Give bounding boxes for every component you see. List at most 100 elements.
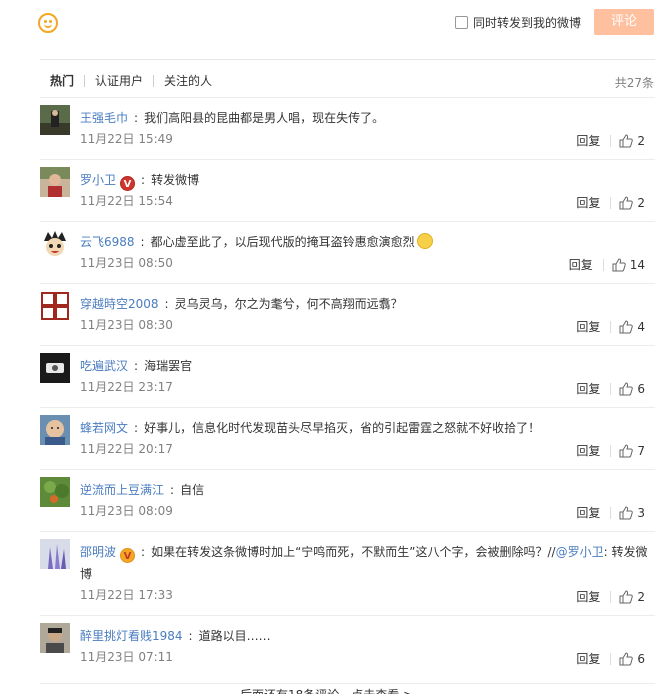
avatar[interactable] xyxy=(40,229,70,259)
reply-button[interactable]: 回复 xyxy=(576,194,600,211)
tab-following[interactable]: 关注的人 xyxy=(154,70,222,92)
like-button[interactable]: 14 xyxy=(612,258,645,272)
avatar[interactable] xyxy=(40,291,70,321)
comment-body: 王强毛巾: 我们高阳县的昆曲都是男人唱，现在失传了。 xyxy=(80,111,385,125)
reply-button[interactable]: 回复 xyxy=(569,256,593,273)
thumb-up-icon xyxy=(619,589,634,603)
like-button[interactable]: 4 xyxy=(619,320,645,334)
comment-content: 我们高阳县的昆曲都是男人唱，现在失传了。 xyxy=(144,111,385,125)
comment-content: 转发微博 xyxy=(151,173,200,187)
comment-body: 邵明波 V: 如果在转发这条微博时加上“宁鸣而死，不默而生”这八个字，会被删除吗？/… xyxy=(80,545,648,581)
comment-content: 道路以目…… xyxy=(198,629,271,643)
avatar[interactable] xyxy=(40,167,70,197)
comment-username[interactable]: 王强毛巾 xyxy=(80,111,128,125)
forward-label: 同时转发到我的微博 xyxy=(473,15,582,30)
comment-content: 好事儿，信息化时代发现苗头尽早掐灭，省的引起雷霆之怒就不好收拾了！ xyxy=(144,421,541,435)
comment-username[interactable]: 罗小卫 xyxy=(80,173,116,187)
avatar[interactable] xyxy=(40,623,70,653)
comment-list: 王强毛巾: 我们高阳县的昆曲都是男人唱，现在失传了。 11月22日 15:49 回… xyxy=(40,97,655,677)
like-button[interactable]: 7 xyxy=(619,444,645,458)
divider xyxy=(40,59,655,60)
like-button[interactable]: 2 xyxy=(619,196,645,210)
comment-username[interactable]: 蜂若网文 xyxy=(80,421,128,435)
smiley-icon[interactable] xyxy=(38,13,58,33)
submit-comment-button[interactable]: 评论 xyxy=(594,9,654,35)
avatar[interactable] xyxy=(40,477,70,507)
thumb-up-icon xyxy=(619,505,634,519)
comment-item: 云飞6988: 都心虚至此了，以后现代版的掩耳盗铃惠愈演愈烈 11月23日 08:… xyxy=(40,221,655,283)
forward-checkbox[interactable] xyxy=(455,15,468,29)
more-comments-link[interactable]: 后面还有18条评论，点击查看 > xyxy=(240,686,413,694)
avatar[interactable] xyxy=(40,539,70,569)
comment-actions: 回复 6 xyxy=(576,380,645,397)
comment-item: 吃遍武汉: 海瑞罢官 11月22日 23:17 回复 6 xyxy=(40,345,655,407)
forward-option[interactable]: 同时转发到我的微博 xyxy=(455,14,581,30)
reply-button[interactable]: 回复 xyxy=(576,650,600,667)
comment-actions: 回复 14 xyxy=(569,256,645,273)
comment-item: 王强毛巾: 我们高阳县的昆曲都是男人唱，现在失传了。 11月22日 15:49 回… xyxy=(40,97,655,159)
comment-body: 蜂若网文: 好事儿，信息化时代发现苗头尽早掐灭，省的引起雷霆之怒就不好收拾了！ xyxy=(80,421,541,435)
comment-timestamp: 11月23日 08:50 xyxy=(80,256,173,270)
tab-verified-users[interactable]: 认证用户 xyxy=(85,70,153,92)
comment-item: 逆流而上豆满江: 自信 11月23日 08:09 回复 3 xyxy=(40,469,655,531)
comment-timestamp: 11月22日 15:54 xyxy=(80,194,173,208)
like-button[interactable]: 6 xyxy=(619,382,645,396)
comment-timestamp: 11月22日 15:49 xyxy=(80,132,173,146)
like-count: 3 xyxy=(637,505,645,520)
like-count: 2 xyxy=(637,195,645,210)
like-button[interactable]: 2 xyxy=(619,590,645,604)
comment-item: 蜂若网文: 好事儿，信息化时代发现苗头尽早掐灭，省的引起雷霆之怒就不好收拾了！ 1… xyxy=(40,407,655,469)
comment-content: 自信 xyxy=(180,483,205,497)
comment-filter-tabs: 热门 认证用户 关注的人 xyxy=(40,70,222,92)
comment-username[interactable]: 邵明波 xyxy=(80,545,116,559)
tab-hot[interactable]: 热门 xyxy=(40,70,84,92)
comment-actions: 回复 2 xyxy=(576,132,645,149)
comment-timestamp: 11月23日 08:30 xyxy=(80,318,173,332)
comment-username[interactable]: 穿越時空2008 xyxy=(80,297,159,311)
comment-actions: 回复 7 xyxy=(576,442,645,459)
like-count: 2 xyxy=(637,589,645,604)
avatar[interactable] xyxy=(40,353,70,383)
comment-username[interactable]: 醉里挑灯看贱1984 xyxy=(80,629,183,643)
comment-body: 罗小卫 V: 转发微博 xyxy=(80,173,200,191)
reply-button[interactable]: 回复 xyxy=(576,132,600,149)
reply-button[interactable]: 回复 xyxy=(576,442,600,459)
like-button[interactable]: 2 xyxy=(619,134,645,148)
comment-actions: 回复 2 xyxy=(576,194,645,211)
action-separator xyxy=(610,444,612,457)
reply-button[interactable]: 回复 xyxy=(576,504,600,521)
action-separator xyxy=(610,652,612,665)
comment-actions: 回复 2 xyxy=(576,588,645,605)
comment-actions: 回复 6 xyxy=(576,650,645,667)
comment-username[interactable]: 云飞6988 xyxy=(80,235,135,249)
grimace-emoji-icon xyxy=(416,233,433,249)
comment-body: 逆流而上豆满江: 自信 xyxy=(80,483,205,497)
comment-actions: 回复 3 xyxy=(576,504,645,521)
comment-timestamp: 11月22日 17:33 xyxy=(80,588,173,602)
thumb-up-icon xyxy=(619,651,634,665)
comment-body: 云飞6988: 都心虚至此了，以后现代版的掩耳盗铃惠愈演愈烈 xyxy=(80,231,655,253)
action-separator xyxy=(602,258,604,271)
action-separator xyxy=(610,382,612,395)
thumb-up-icon xyxy=(619,319,634,333)
reply-button[interactable]: 回复 xyxy=(576,318,600,335)
avatar[interactable] xyxy=(40,105,70,135)
comment-username[interactable]: 逆流而上豆满江 xyxy=(80,483,164,497)
comment-total-count: 共27条 xyxy=(614,76,654,90)
reply-button[interactable]: 回复 xyxy=(576,380,600,397)
like-button[interactable]: 6 xyxy=(619,652,645,666)
mention-link[interactable]: @罗小卫 xyxy=(556,545,604,559)
comment-timestamp: 11月22日 23:17 xyxy=(80,380,173,394)
comment-username[interactable]: 吃遍武汉 xyxy=(80,359,128,373)
comment-body: 穿越時空2008: 灵乌灵乌，尔之为耄兮，何不高翔而远翥？ xyxy=(80,297,403,311)
action-separator xyxy=(610,506,612,519)
reply-button[interactable]: 回复 xyxy=(576,588,600,605)
verified-badge-icon: V xyxy=(120,176,136,191)
more-comments-bar: 后面还有18条评论，点击查看 > xyxy=(40,683,655,694)
like-count: 7 xyxy=(637,443,645,458)
avatar[interactable] xyxy=(40,415,70,445)
comment-content: 灵乌灵乌，尔之为耄兮，何不高翔而远翥？ xyxy=(174,297,403,311)
thumb-up-icon xyxy=(619,443,634,457)
thumb-up-icon xyxy=(619,133,634,147)
like-button[interactable]: 3 xyxy=(619,506,645,520)
